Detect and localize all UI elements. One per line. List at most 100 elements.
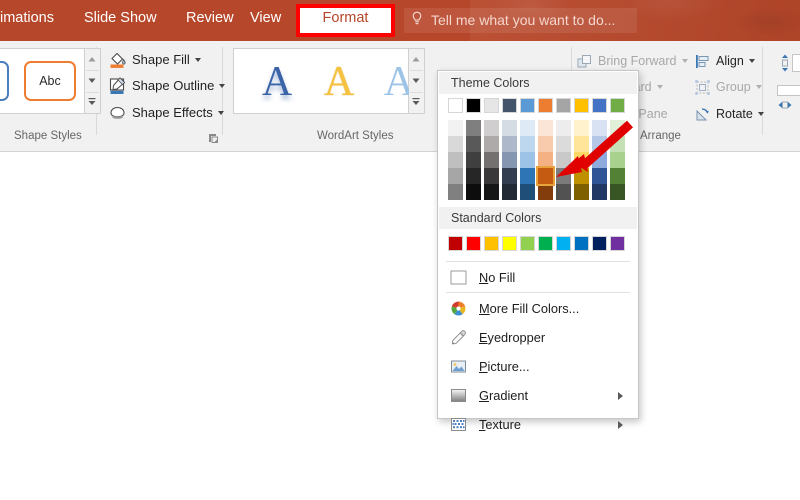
rotate-button[interactable]: Rotate <box>694 103 764 125</box>
tab-slide-show[interactable]: Slide Show <box>84 10 157 26</box>
tab-review[interactable]: Review <box>186 10 234 26</box>
theme-swatch[interactable] <box>556 184 571 200</box>
theme-swatch[interactable] <box>520 120 535 136</box>
menu-item-eyedropper[interactable]: Eyedropper <box>439 323 637 352</box>
chevron-down-icon[interactable] <box>218 111 224 115</box>
bring-forward-button[interactable]: Bring Forward <box>576 50 688 72</box>
submenu-arrow-icon[interactable] <box>618 421 623 429</box>
theme-swatch[interactable] <box>484 120 499 136</box>
align-button[interactable]: Align <box>694 50 755 72</box>
chevron-down-icon[interactable] <box>758 112 764 116</box>
theme-swatch[interactable] <box>592 184 607 200</box>
standard-swatch[interactable] <box>556 236 571 251</box>
standard-swatch[interactable] <box>574 236 589 251</box>
menu-item-texture[interactable]: Texture <box>439 410 637 439</box>
theme-swatch[interactable] <box>502 152 517 168</box>
menu-item-no-fill[interactable]: No Fill <box>439 263 637 292</box>
slide-canvas[interactable]: ANKSINOn <box>0 152 800 500</box>
theme-swatch[interactable] <box>574 184 589 200</box>
shape-fill-button[interactable]: Shape Fill <box>108 48 201 71</box>
theme-swatch[interactable] <box>484 98 499 113</box>
theme-swatch[interactable] <box>520 152 535 168</box>
theme-swatch[interactable] <box>466 152 481 168</box>
theme-swatch[interactable] <box>466 168 481 184</box>
theme-swatch[interactable] <box>502 184 517 200</box>
theme-colors-header: Theme Colors <box>439 72 637 94</box>
theme-swatch[interactable] <box>556 98 571 113</box>
theme-swatch[interactable] <box>610 184 625 200</box>
shape-styles-dialog-launcher[interactable] <box>208 131 219 142</box>
chevron-down-icon[interactable] <box>657 85 663 89</box>
theme-swatch[interactable] <box>448 136 463 152</box>
theme-swatch[interactable] <box>502 136 517 152</box>
theme-swatch[interactable] <box>520 98 535 113</box>
theme-swatch[interactable] <box>592 98 607 113</box>
scroll-up-button[interactable] <box>85 49 99 70</box>
shape-effects-button[interactable]: Shape Effects <box>108 101 224 124</box>
scroll-down-button[interactable] <box>85 70 99 91</box>
group-button[interactable]: Group <box>694 76 762 98</box>
submenu-arrow-icon[interactable] <box>618 392 623 400</box>
standard-swatch[interactable] <box>610 236 625 251</box>
standard-swatch[interactable] <box>448 236 463 251</box>
theme-swatch[interactable] <box>484 184 499 200</box>
shape-style-thumb-1[interactable]: Abc <box>0 61 9 101</box>
shape-height-row[interactable] <box>778 54 800 72</box>
wordart-styles-scroll[interactable] <box>409 48 425 114</box>
shape-height-input[interactable] <box>792 54 800 72</box>
theme-swatch[interactable] <box>502 120 517 136</box>
menu-item-more-fill-colors[interactable]: More Fill Colors... <box>439 294 637 323</box>
wordart-styles-gallery[interactable]: A A A <box>233 48 409 114</box>
theme-swatch[interactable] <box>466 136 481 152</box>
scroll-down-button[interactable] <box>409 70 423 91</box>
theme-swatch[interactable] <box>484 152 499 168</box>
standard-swatch[interactable] <box>592 236 607 251</box>
theme-swatch[interactable] <box>502 168 517 184</box>
chevron-down-icon[interactable] <box>756 85 762 89</box>
theme-swatch[interactable] <box>448 184 463 200</box>
standard-swatch[interactable] <box>538 236 553 251</box>
theme-swatch[interactable] <box>448 98 463 113</box>
theme-swatch[interactable] <box>610 98 625 113</box>
theme-swatch[interactable] <box>448 168 463 184</box>
menu-item-picture[interactable]: Picture... <box>439 352 637 381</box>
theme-swatch[interactable] <box>484 136 499 152</box>
chevron-down-icon[interactable] <box>749 59 755 63</box>
shape-style-thumb-2[interactable]: Abc <box>24 61 76 101</box>
theme-swatch[interactable] <box>538 98 553 113</box>
tab-animations[interactable]: imations <box>0 10 54 26</box>
shape-outline-button[interactable]: Shape Outline <box>108 74 225 97</box>
wordart-thumb-1[interactable]: A <box>251 57 303 107</box>
more-styles-button[interactable] <box>85 91 99 112</box>
theme-swatch[interactable] <box>466 98 481 113</box>
theme-swatch[interactable] <box>448 152 463 168</box>
scroll-up-button[interactable] <box>409 49 423 70</box>
theme-swatch[interactable] <box>520 136 535 152</box>
theme-swatch[interactable] <box>520 168 535 184</box>
theme-swatch[interactable] <box>466 120 481 136</box>
theme-swatch[interactable] <box>448 120 463 136</box>
shape-styles-scroll[interactable] <box>85 48 101 114</box>
tab-format[interactable]: Format <box>296 10 395 26</box>
standard-swatch[interactable] <box>466 236 481 251</box>
standard-swatch[interactable] <box>520 236 535 251</box>
shape-styles-gallery[interactable]: Abc Abc <box>0 48 85 114</box>
menu-item-gradient[interactable]: Gradient <box>439 381 637 410</box>
chevron-down-icon[interactable] <box>219 84 225 88</box>
theme-swatch[interactable] <box>574 98 589 113</box>
tab-view[interactable]: View <box>250 10 281 26</box>
theme-swatch[interactable] <box>502 98 517 113</box>
more-wordart-button[interactable] <box>409 91 423 112</box>
shape-width-row[interactable] <box>778 96 792 114</box>
wordart-thumb-2[interactable]: A <box>313 57 365 107</box>
standard-swatch[interactable] <box>502 236 517 251</box>
standard-swatch[interactable] <box>484 236 499 251</box>
theme-swatch[interactable] <box>538 184 553 200</box>
theme-swatch[interactable] <box>466 184 481 200</box>
theme-swatch[interactable] <box>520 184 535 200</box>
shape-width-input[interactable] <box>777 85 800 96</box>
theme-swatch[interactable] <box>484 168 499 184</box>
chevron-down-icon[interactable] <box>682 59 688 63</box>
tell-me-placeholder[interactable]: Tell me what you want to do... <box>431 12 615 28</box>
chevron-down-icon[interactable] <box>195 58 201 62</box>
